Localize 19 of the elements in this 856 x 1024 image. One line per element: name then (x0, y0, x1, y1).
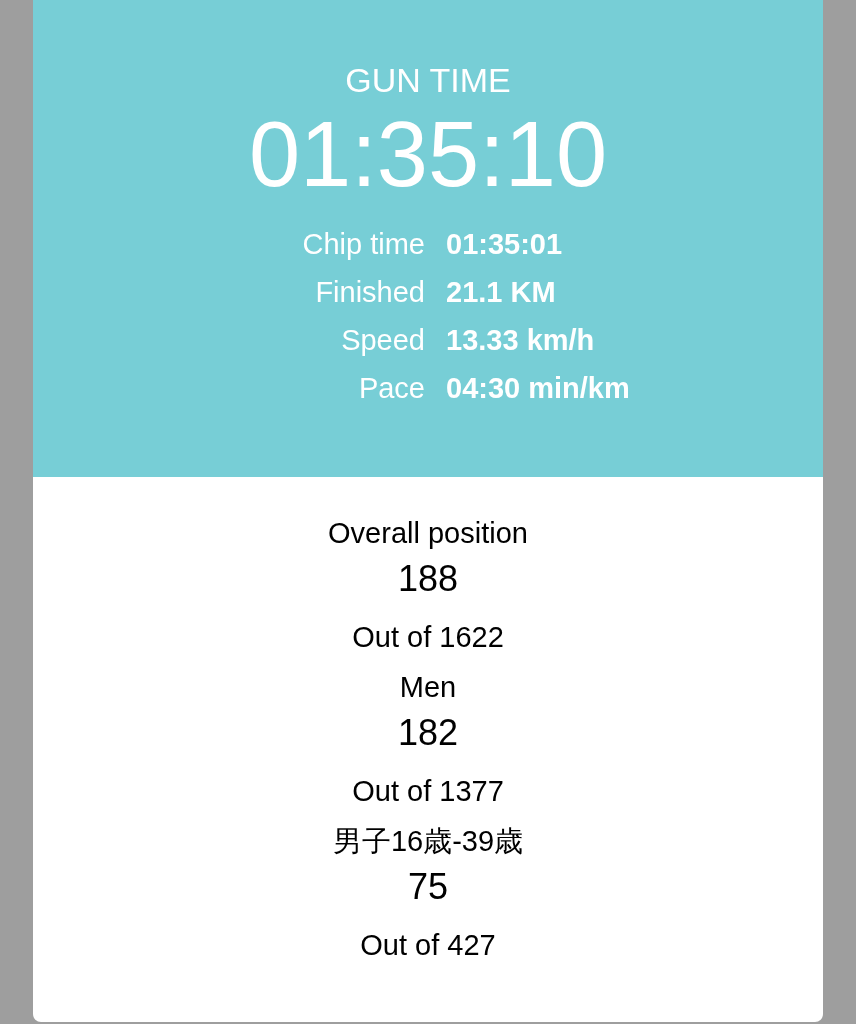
stat-value: 04:30 min/km (446, 371, 631, 406)
position-value: 182 (397, 711, 459, 755)
stat-label: Speed (340, 323, 425, 358)
position-value: 188 (397, 557, 459, 601)
position-label: Overall position (328, 516, 528, 551)
position-value: 75 (407, 865, 448, 909)
stat-label: Pace (357, 371, 425, 406)
gun-time-title: GUN TIME (345, 60, 511, 100)
stat-value: 13.33 km/h (446, 323, 596, 358)
stat-label: Finished (314, 275, 425, 310)
position-total: Out of 1377 (352, 774, 504, 809)
stat-value: 01:35:01 (446, 227, 564, 262)
position-total: Out of 1622 (352, 620, 504, 655)
stat-value: 21.1 KM (446, 275, 557, 310)
gun-time-value: 01:35:10 (248, 104, 608, 204)
position-label: 男子16歳-39歳 (332, 824, 524, 859)
stat-label: Chip time (301, 227, 425, 262)
position-total: Out of 427 (360, 928, 496, 963)
position-label: Men (399, 670, 457, 705)
